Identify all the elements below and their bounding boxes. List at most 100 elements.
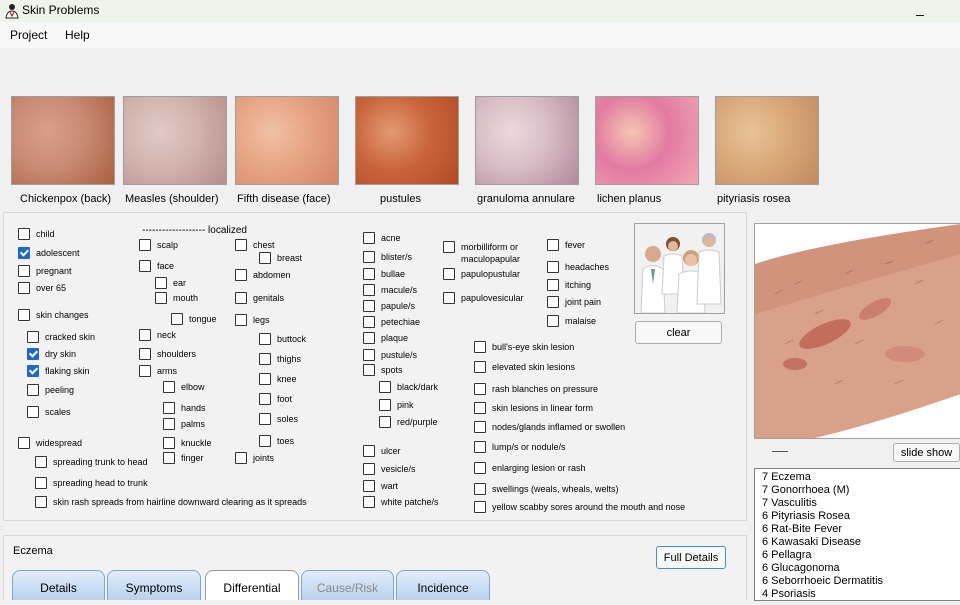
checkbox-unchecked[interactable] (363, 480, 375, 492)
checkbox-child[interactable]: child (18, 227, 55, 241)
checkbox-dry-skin[interactable]: dry skin (27, 347, 76, 361)
checkbox-blister-s[interactable]: blister/s (363, 250, 412, 264)
checkbox-ulcer[interactable]: ulcer (363, 444, 401, 458)
checkbox-unchecked[interactable] (235, 452, 247, 464)
checkbox-unchecked[interactable] (379, 416, 391, 428)
checkbox-unchecked[interactable] (547, 279, 559, 291)
checkbox-unchecked[interactable] (379, 381, 391, 393)
checkbox-red-purple[interactable]: red/purple (379, 415, 438, 429)
tab-incidence[interactable]: Incidence (396, 570, 490, 600)
checkbox-pregnant[interactable]: pregnant (18, 264, 72, 278)
checkbox-hands[interactable]: hands (163, 401, 206, 415)
checkbox-unchecked[interactable] (474, 441, 486, 453)
checkbox-unchecked[interactable] (363, 284, 375, 296)
checkbox-unchecked[interactable] (474, 383, 486, 395)
checkbox-vesicle-s[interactable]: vesicle/s (363, 462, 416, 476)
checkbox-unchecked[interactable] (474, 402, 486, 414)
checkbox-finger[interactable]: finger (163, 451, 204, 465)
result-item[interactable]: 7 Vasculitis (762, 497, 817, 509)
checkbox-unchecked[interactable] (235, 269, 247, 281)
checkbox-unchecked[interactable] (547, 315, 559, 327)
checkbox-unchecked[interactable] (259, 413, 271, 425)
checkbox-unchecked[interactable] (363, 332, 375, 344)
tab-details[interactable]: Details (12, 570, 105, 600)
result-item[interactable]: 6 Rat-Bite Fever (762, 523, 842, 535)
checkbox-unchecked[interactable] (474, 341, 486, 353)
checkbox-breast[interactable]: breast (259, 251, 302, 265)
checkbox-unchecked[interactable] (18, 437, 30, 449)
checkbox-unchecked[interactable] (163, 402, 175, 414)
checkbox-skin-rash-spreads-from-hairline-downward-clearing-as-it-spreads[interactable]: skin rash spreads from hairline downward… (35, 495, 307, 509)
checkbox-scales[interactable]: scales (27, 405, 71, 419)
checkbox-petechiae[interactable]: petechiae (363, 315, 420, 329)
checkbox-elbow[interactable]: elbow (163, 380, 205, 394)
checkbox-unchecked[interactable] (443, 268, 455, 280)
checkbox-legs[interactable]: legs (235, 313, 270, 327)
checkbox-enlarging-lesion-or-rash[interactable]: enlarging lesion or rash (474, 461, 586, 475)
checkbox-mouth[interactable]: mouth (155, 291, 198, 305)
result-item[interactable]: 6 Pellagra (762, 549, 812, 561)
thumbnail-image[interactable] (11, 96, 115, 185)
checkbox-unchecked[interactable] (27, 406, 39, 418)
checkbox-palms[interactable]: palms (163, 417, 205, 431)
checkbox-scalp[interactable]: scalp (139, 238, 178, 252)
checkbox-unchecked[interactable] (163, 381, 175, 393)
checkbox-chest[interactable]: chest (235, 238, 275, 252)
result-item[interactable]: 7 Gonorrhoea (M) (762, 484, 849, 496)
checkbox-flaking-skin[interactable]: flaking skin (27, 364, 90, 378)
checkbox-unchecked[interactable] (474, 462, 486, 474)
checkbox-swellings-weals-wheals-welts[interactable]: swellings (weals, wheals, welts) (474, 482, 619, 496)
checkbox-unchecked[interactable] (547, 296, 559, 308)
checkbox-itching[interactable]: itching (547, 278, 591, 292)
thumbnail-image[interactable] (595, 96, 699, 185)
checkbox-neck[interactable]: neck (139, 328, 176, 342)
result-item[interactable]: 6 Kawasaki Disease (762, 536, 861, 548)
checkbox-checked[interactable] (27, 365, 39, 377)
checkbox-tongue[interactable]: tongue (171, 312, 217, 326)
checkbox-unchecked[interactable] (363, 316, 375, 328)
result-item[interactable]: 7 Eczema (762, 471, 811, 483)
checkbox-toes[interactable]: toes (259, 434, 294, 448)
checkbox-unchecked[interactable] (259, 373, 271, 385)
checkbox-checked[interactable] (18, 247, 30, 259)
result-item[interactable]: 4 Psoriasis (762, 588, 816, 600)
checkbox-unchecked[interactable] (27, 384, 39, 396)
thumbnail-image[interactable] (475, 96, 579, 185)
slide-show-button[interactable]: slide show (893, 443, 960, 462)
checkbox-nodes-glands-inflamed-or-swollen[interactable]: nodes/glands inflamed or swollen (474, 420, 625, 434)
menu-help[interactable]: Help (65, 28, 90, 42)
checkbox-widespread[interactable]: widespread (18, 436, 82, 450)
checkbox-plaque[interactable]: plaque (363, 331, 408, 345)
minimize-icon[interactable]: _ (910, 0, 930, 20)
checkbox-unchecked[interactable] (259, 393, 271, 405)
checkbox-unchecked[interactable] (363, 268, 375, 280)
checkbox-unchecked[interactable] (171, 313, 183, 325)
checkbox-unchecked[interactable] (474, 421, 486, 433)
checkbox-acne[interactable]: acne (363, 231, 401, 245)
checkbox-unchecked[interactable] (259, 252, 271, 264)
checkbox-unchecked[interactable] (163, 437, 175, 449)
checkbox-morbilliform-or[interactable]: morbilliform or maculopapular (443, 241, 520, 267)
checkbox-spreading-head-to-trunk[interactable]: spreading head to trunk (35, 476, 148, 490)
checkbox-peeling[interactable]: peeling (27, 383, 74, 397)
checkbox-unchecked[interactable] (363, 349, 375, 361)
full-details-button[interactable]: Full Details (656, 546, 726, 569)
checkbox-papulopustular[interactable]: papulopustular (443, 267, 520, 281)
checkbox-unchecked[interactable] (35, 496, 47, 508)
checkbox-malaise[interactable]: malaise (547, 314, 596, 328)
checkbox-white-patche-s[interactable]: white patche/s (363, 495, 439, 509)
checkbox-spots[interactable]: spots (363, 363, 403, 377)
checkbox-unchecked[interactable] (363, 300, 375, 312)
checkbox-pink[interactable]: pink (379, 398, 414, 412)
checkbox-unchecked[interactable] (139, 239, 151, 251)
checkbox-elevated-skin-lesions[interactable]: elevated skin lesions (474, 360, 575, 374)
checkbox-unchecked[interactable] (163, 452, 175, 464)
results-list[interactable]: 7 Eczema 7 Gonorrhoea (M) 7 Vasculitis 6 Pi… (754, 468, 960, 601)
checkbox-unchecked[interactable] (27, 331, 39, 343)
checkbox-lump-s-or-nodule-s[interactable]: lump/s or nodule/s (474, 440, 566, 454)
checkbox-unchecked[interactable] (259, 435, 271, 447)
checkbox-yellow-scabby-sores-around-the-mouth-and-nose[interactable]: yellow scabby sores around the mouth and… (474, 500, 685, 514)
checkbox-unchecked[interactable] (379, 399, 391, 411)
checkbox-rash-blanches-on-pressure[interactable]: rash blanches on pressure (474, 382, 598, 396)
checkbox-unchecked[interactable] (139, 329, 151, 341)
